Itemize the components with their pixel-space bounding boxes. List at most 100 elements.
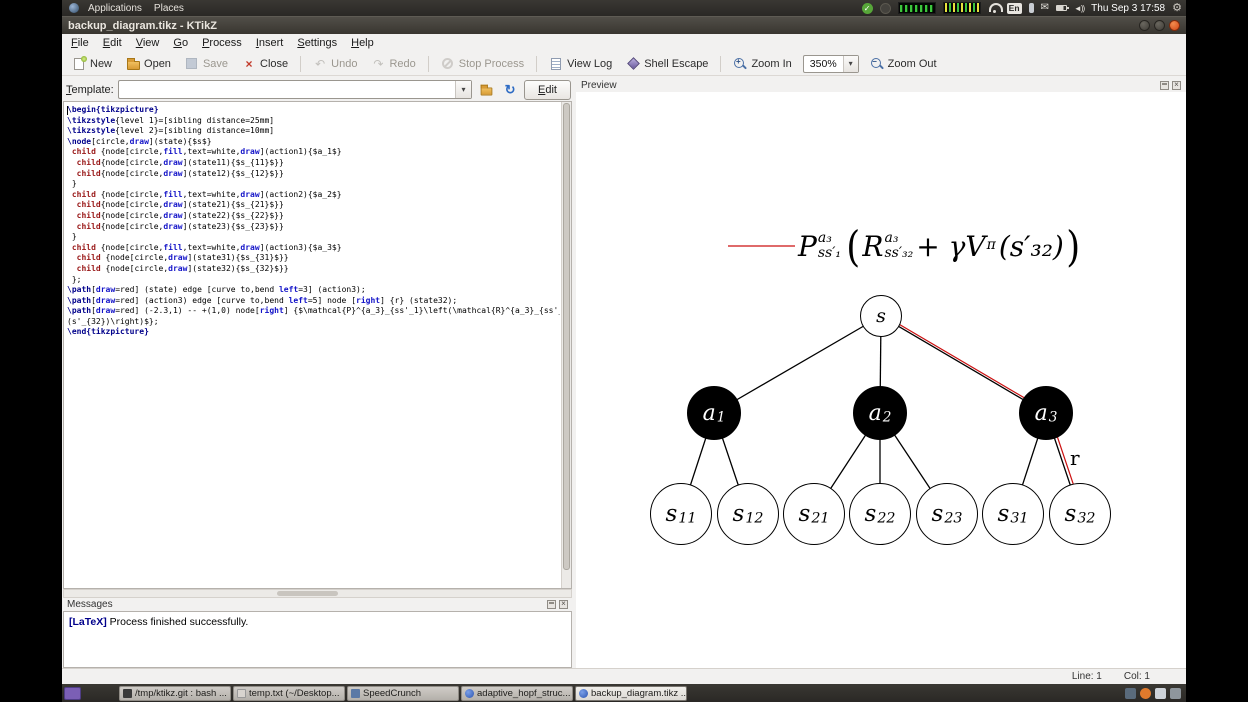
- code-editor[interactable]: \begin{tikzpicture} \tikzstyle{level 1}=[…: [63, 101, 572, 589]
- zoom-in-button[interactable]: + Zoom In: [727, 55, 797, 73]
- template-combobox[interactable]: ▾: [117, 80, 473, 99]
- undo-button[interactable]: ↶ Undo: [307, 55, 363, 73]
- formula-part: P: [798, 229, 817, 263]
- statusbar: Line: 1 Col: 1: [62, 668, 1186, 684]
- code-line: \path[draw=red] (state) edge [curve to,b…: [67, 285, 366, 295]
- new-button[interactable]: New: [66, 55, 118, 73]
- code-line: child {node[circle,draw](state31){$s_{31…: [76, 253, 289, 263]
- taskbar-item-4[interactable]: adaptive_hopf_struc...: [461, 685, 573, 701]
- tray-icon-1[interactable]: [1125, 687, 1136, 699]
- battery-icon[interactable]: [1055, 5, 1069, 11]
- minimize-button[interactable]: [1139, 20, 1150, 31]
- tray-icon-4[interactable]: [1170, 687, 1181, 699]
- taskbar-item-2[interactable]: temp.txt (~/Desktop...: [233, 685, 345, 701]
- bluetooth-icon[interactable]: [1028, 3, 1034, 13]
- status-ok-icon[interactable]: ✓: [861, 2, 873, 14]
- template-edit-button[interactable]: Edit: [524, 79, 571, 100]
- view-log-button[interactable]: View Log: [543, 55, 618, 73]
- audio-spectrum-indicator-2[interactable]: [942, 2, 981, 14]
- code-line: };: [67, 274, 82, 284]
- mail-icon[interactable]: ✉: [1041, 2, 1049, 14]
- wifi-icon[interactable]: [988, 3, 1003, 13]
- task-window-label: temp.txt (~/Desktop...: [249, 687, 340, 699]
- status-col: Col: 1: [1123, 671, 1150, 682]
- diagram-nodes: s a 1 a 2 a 3 s 11 s 12 s 21 s 22 s 23 s 31 s 32: [576, 92, 1186, 668]
- editor-horizontal-scrollbar[interactable]: [63, 589, 572, 598]
- template-label: Template:: [66, 83, 114, 96]
- distro-logo-icon[interactable]: [69, 3, 79, 13]
- tray-icon-3[interactable]: [1155, 687, 1166, 699]
- message-text: Process finished successfully.: [106, 616, 249, 628]
- redo-button[interactable]: ↷ Redo: [365, 55, 421, 73]
- taskbar-item-1[interactable]: /tmp/ktikz.git : bash ...: [119, 685, 231, 701]
- panel-menu-applications[interactable]: Applications: [82, 3, 148, 14]
- task-window-icon: [123, 688, 132, 698]
- window-titlebar[interactable]: backup_diagram.tikz - KTikZ: [62, 16, 1186, 34]
- stop-process-button[interactable]: Stop Process: [435, 55, 530, 73]
- zoom-level-combobox[interactable]: 350% ▾: [802, 54, 859, 73]
- session-status-icon[interactable]: [879, 2, 891, 14]
- menu-file[interactable]: File: [64, 36, 96, 50]
- open-file-icon: [480, 84, 492, 96]
- menu-view[interactable]: View: [129, 36, 167, 50]
- volume-icon[interactable]: ◄)): [1074, 4, 1085, 13]
- tray-icon-2[interactable]: [1140, 687, 1151, 699]
- editor-vertical-scrollbar[interactable]: [561, 102, 571, 588]
- tree-node-s22: s 22: [849, 483, 911, 545]
- scrollbar-thumb[interactable]: [276, 591, 338, 596]
- tree-node-s31: s 31: [982, 483, 1044, 545]
- code-line: child{node[circle,draw](state12){$s_{12}…: [76, 168, 284, 178]
- taskbar-item-5[interactable]: backup_diagram.tikz ...: [575, 685, 687, 701]
- shell-escape-icon: [626, 57, 640, 71]
- menu-edit[interactable]: Edit: [96, 36, 129, 50]
- text-cursor: [67, 106, 68, 115]
- template-open-file-button[interactable]: [476, 80, 496, 99]
- code-line: \tikzstyle{level 2}=[sibling distance=10…: [67, 126, 275, 136]
- keyboard-layout-indicator[interactable]: En: [1006, 2, 1022, 14]
- template-dropdown-arrow-icon[interactable]: ▾: [455, 81, 472, 98]
- save-button[interactable]: Save: [179, 55, 234, 73]
- window-title: backup_diagram.tikz - KTikZ: [68, 19, 217, 32]
- menu-go[interactable]: Go: [166, 36, 195, 50]
- close-file-button[interactable]: × Close: [236, 55, 294, 73]
- zoom-dropdown-arrow-icon[interactable]: ▾: [842, 55, 858, 72]
- zoom-out-button[interactable]: − Zoom Out: [864, 55, 943, 73]
- code-line: child {node[circle,fill,text=white,draw]…: [71, 147, 342, 157]
- zoom-level-value: 350%: [809, 57, 837, 70]
- menu-insert[interactable]: Insert: [249, 36, 291, 50]
- audio-spectrum-indicator[interactable]: [897, 2, 936, 14]
- tree-node-a2: a2: [853, 386, 907, 440]
- template-reload-button[interactable]: ↻: [500, 80, 520, 99]
- preview-title: Preview: [581, 79, 617, 91]
- formula-script-stack: a₃ ss′₃₂: [884, 230, 914, 261]
- tree-node-s: s: [860, 295, 902, 337]
- panel-clock[interactable]: Thu Sep 3 17:58: [1091, 3, 1165, 14]
- formula-script-stack: π: [986, 236, 996, 253]
- menu-settings[interactable]: Settings: [290, 36, 344, 50]
- taskbar-item-3[interactable]: SpeedCrunch: [347, 685, 459, 701]
- zoom-out-icon: −: [870, 57, 884, 71]
- panel-menu-places[interactable]: Places: [148, 3, 190, 14]
- log-document-icon: [549, 57, 563, 71]
- close-window-button[interactable]: [1169, 20, 1180, 31]
- maximize-button[interactable]: [1154, 20, 1165, 31]
- status-line: Line: 1: [1071, 671, 1102, 682]
- task-window-icon: [237, 688, 246, 698]
- menu-process[interactable]: Process: [195, 36, 249, 50]
- code-line: }: [67, 179, 77, 189]
- preview-header: Preview: [576, 78, 1186, 92]
- preview-float-icon[interactable]: [1160, 80, 1169, 90]
- message-tag: [LaTeX]: [69, 616, 107, 628]
- code-editor-content[interactable]: \begin{tikzpicture} \tikzstyle{level 1}=[…: [67, 105, 560, 588]
- redo-icon: ↷: [373, 56, 384, 71]
- session-gear-icon[interactable]: ⚙: [1172, 1, 1182, 15]
- preview-close-icon[interactable]: [1172, 80, 1181, 90]
- shell-escape-button[interactable]: Shell Escape: [620, 55, 714, 73]
- menu-help[interactable]: Help: [344, 36, 381, 50]
- messages-header: Messages: [63, 598, 572, 611]
- messages-float-icon[interactable]: [547, 600, 556, 609]
- open-button[interactable]: Open: [120, 55, 177, 73]
- scrollbar-thumb[interactable]: [563, 103, 570, 570]
- messages-close-icon[interactable]: [559, 599, 568, 609]
- workspace-switcher[interactable]: [64, 686, 81, 700]
